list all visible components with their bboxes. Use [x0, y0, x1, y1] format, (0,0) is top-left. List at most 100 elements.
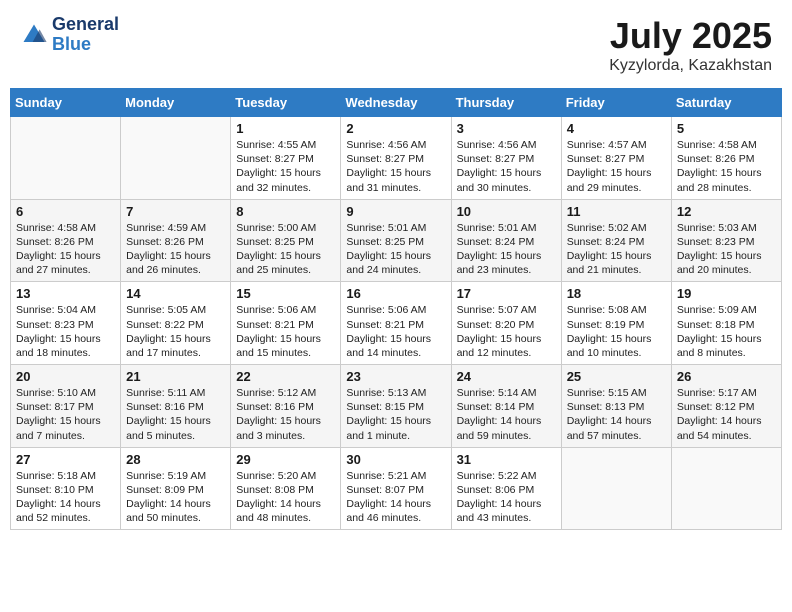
calendar-cell: 11 Sunrise: 5:02 AM Sunset: 8:24 PM Dayli…	[561, 199, 671, 282]
day-number: 6	[16, 204, 115, 219]
day-header-wednesday: Wednesday	[341, 89, 451, 117]
day-number: 30	[346, 452, 445, 467]
day-number: 3	[457, 121, 556, 136]
calendar-cell: 14 Sunrise: 5:05 AM Sunset: 8:22 PM Dayli…	[121, 282, 231, 365]
calendar-cell: 3 Sunrise: 4:56 AM Sunset: 8:27 PM Daylig…	[451, 117, 561, 200]
cell-content: Sunrise: 5:13 AM Sunset: 8:15 PM Dayligh…	[346, 386, 445, 443]
day-number: 20	[16, 369, 115, 384]
calendar-cell: 8 Sunrise: 5:00 AM Sunset: 8:25 PM Daylig…	[231, 199, 341, 282]
cell-content: Sunrise: 4:57 AM Sunset: 8:27 PM Dayligh…	[567, 138, 666, 195]
cell-content: Sunrise: 5:19 AM Sunset: 8:09 PM Dayligh…	[126, 469, 225, 526]
cell-content: Sunrise: 5:09 AM Sunset: 8:18 PM Dayligh…	[677, 303, 776, 360]
calendar-cell	[671, 447, 781, 530]
cell-content: Sunrise: 4:56 AM Sunset: 8:27 PM Dayligh…	[457, 138, 556, 195]
calendar-cell: 28 Sunrise: 5:19 AM Sunset: 8:09 PM Dayli…	[121, 447, 231, 530]
cell-content: Sunrise: 5:22 AM Sunset: 8:06 PM Dayligh…	[457, 469, 556, 526]
cell-content: Sunrise: 5:08 AM Sunset: 8:19 PM Dayligh…	[567, 303, 666, 360]
day-header-sunday: Sunday	[11, 89, 121, 117]
day-number: 12	[677, 204, 776, 219]
cell-content: Sunrise: 5:00 AM Sunset: 8:25 PM Dayligh…	[236, 221, 335, 278]
day-number: 17	[457, 286, 556, 301]
day-number: 24	[457, 369, 556, 384]
cell-content: Sunrise: 5:15 AM Sunset: 8:13 PM Dayligh…	[567, 386, 666, 443]
title-block: July 2025 Kyzylorda, Kazakhstan	[609, 15, 772, 75]
calendar-cell: 22 Sunrise: 5:12 AM Sunset: 8:16 PM Dayli…	[231, 365, 341, 448]
day-number: 1	[236, 121, 335, 136]
cell-content: Sunrise: 5:01 AM Sunset: 8:24 PM Dayligh…	[457, 221, 556, 278]
calendar-week-row: 27 Sunrise: 5:18 AM Sunset: 8:10 PM Dayli…	[11, 447, 782, 530]
cell-content: Sunrise: 5:04 AM Sunset: 8:23 PM Dayligh…	[16, 303, 115, 360]
cell-content: Sunrise: 4:56 AM Sunset: 8:27 PM Dayligh…	[346, 138, 445, 195]
cell-content: Sunrise: 5:21 AM Sunset: 8:07 PM Dayligh…	[346, 469, 445, 526]
calendar-cell: 27 Sunrise: 5:18 AM Sunset: 8:10 PM Dayli…	[11, 447, 121, 530]
cell-content: Sunrise: 5:11 AM Sunset: 8:16 PM Dayligh…	[126, 386, 225, 443]
day-number: 14	[126, 286, 225, 301]
day-number: 27	[16, 452, 115, 467]
cell-content: Sunrise: 5:17 AM Sunset: 8:12 PM Dayligh…	[677, 386, 776, 443]
calendar-cell: 10 Sunrise: 5:01 AM Sunset: 8:24 PM Dayli…	[451, 199, 561, 282]
day-number: 21	[126, 369, 225, 384]
calendar-cell: 24 Sunrise: 5:14 AM Sunset: 8:14 PM Dayli…	[451, 365, 561, 448]
cell-content: Sunrise: 5:03 AM Sunset: 8:23 PM Dayligh…	[677, 221, 776, 278]
day-number: 31	[457, 452, 556, 467]
cell-content: Sunrise: 5:18 AM Sunset: 8:10 PM Dayligh…	[16, 469, 115, 526]
calendar-week-row: 6 Sunrise: 4:58 AM Sunset: 8:26 PM Daylig…	[11, 199, 782, 282]
day-number: 11	[567, 204, 666, 219]
cell-content: Sunrise: 5:02 AM Sunset: 8:24 PM Dayligh…	[567, 221, 666, 278]
calendar-cell: 1 Sunrise: 4:55 AM Sunset: 8:27 PM Daylig…	[231, 117, 341, 200]
day-number: 2	[346, 121, 445, 136]
month-title: July 2025	[609, 15, 772, 57]
day-number: 7	[126, 204, 225, 219]
cell-content: Sunrise: 5:05 AM Sunset: 8:22 PM Dayligh…	[126, 303, 225, 360]
calendar-cell: 20 Sunrise: 5:10 AM Sunset: 8:17 PM Dayli…	[11, 365, 121, 448]
calendar-cell: 25 Sunrise: 5:15 AM Sunset: 8:13 PM Dayli…	[561, 365, 671, 448]
cell-content: Sunrise: 5:12 AM Sunset: 8:16 PM Dayligh…	[236, 386, 335, 443]
day-number: 22	[236, 369, 335, 384]
calendar-cell: 16 Sunrise: 5:06 AM Sunset: 8:21 PM Dayli…	[341, 282, 451, 365]
cell-content: Sunrise: 5:14 AM Sunset: 8:14 PM Dayligh…	[457, 386, 556, 443]
cell-content: Sunrise: 5:07 AM Sunset: 8:20 PM Dayligh…	[457, 303, 556, 360]
calendar-cell: 23Sunrise: 5:13 AM Sunset: 8:15 PM Dayli…	[341, 365, 451, 448]
location-title: Kyzylorda, Kazakhstan	[609, 57, 772, 75]
calendar-week-row: 20 Sunrise: 5:10 AM Sunset: 8:17 PM Dayli…	[11, 365, 782, 448]
day-number: 28	[126, 452, 225, 467]
day-number: 10	[457, 204, 556, 219]
day-header-thursday: Thursday	[451, 89, 561, 117]
calendar-cell: 26Sunrise: 5:17 AM Sunset: 8:12 PM Dayli…	[671, 365, 781, 448]
calendar-cell: 31 Sunrise: 5:22 AM Sunset: 8:06 PM Dayli…	[451, 447, 561, 530]
day-number: 13	[16, 286, 115, 301]
logo-icon	[20, 21, 48, 49]
day-number: 8	[236, 204, 335, 219]
calendar-cell: 15 Sunrise: 5:06 AM Sunset: 8:21 PM Dayli…	[231, 282, 341, 365]
calendar-cell: 17 Sunrise: 5:07 AM Sunset: 8:20 PM Dayli…	[451, 282, 561, 365]
day-header-saturday: Saturday	[671, 89, 781, 117]
day-number: 5	[677, 121, 776, 136]
day-number: 4	[567, 121, 666, 136]
cell-content: Sunrise: 5:06 AM Sunset: 8:21 PM Dayligh…	[346, 303, 445, 360]
calendar-week-row: 13 Sunrise: 5:04 AM Sunset: 8:23 PM Dayli…	[11, 282, 782, 365]
calendar-cell	[561, 447, 671, 530]
cell-content: Sunrise: 5:06 AM Sunset: 8:21 PM Dayligh…	[236, 303, 335, 360]
calendar-cell: 5 Sunrise: 4:58 AM Sunset: 8:26 PM Daylig…	[671, 117, 781, 200]
day-number: 29	[236, 452, 335, 467]
calendar-cell	[121, 117, 231, 200]
cell-content: Sunrise: 4:58 AM Sunset: 8:26 PM Dayligh…	[16, 221, 115, 278]
day-number: 18	[567, 286, 666, 301]
cell-content: Sunrise: 5:10 AM Sunset: 8:17 PM Dayligh…	[16, 386, 115, 443]
day-header-friday: Friday	[561, 89, 671, 117]
day-number: 25	[567, 369, 666, 384]
cell-content: Sunrise: 4:58 AM Sunset: 8:26 PM Dayligh…	[677, 138, 776, 195]
calendar-cell: 13 Sunrise: 5:04 AM Sunset: 8:23 PM Dayli…	[11, 282, 121, 365]
calendar-cell: 7 Sunrise: 4:59 AM Sunset: 8:26 PM Daylig…	[121, 199, 231, 282]
calendar-week-row: 1 Sunrise: 4:55 AM Sunset: 8:27 PM Daylig…	[11, 117, 782, 200]
calendar-cell: 9Sunrise: 5:01 AM Sunset: 8:25 PM Daylig…	[341, 199, 451, 282]
calendar-cell: 21 Sunrise: 5:11 AM Sunset: 8:16 PM Dayli…	[121, 365, 231, 448]
day-number: 9	[346, 204, 445, 219]
day-number: 15	[236, 286, 335, 301]
day-number: 16	[346, 286, 445, 301]
cell-content: Sunrise: 4:55 AM Sunset: 8:27 PM Dayligh…	[236, 138, 335, 195]
cell-content: Sunrise: 4:59 AM Sunset: 8:26 PM Dayligh…	[126, 221, 225, 278]
calendar-cell: 29Sunrise: 5:20 AM Sunset: 8:08 PM Dayli…	[231, 447, 341, 530]
day-header-tuesday: Tuesday	[231, 89, 341, 117]
logo: General Blue	[20, 15, 119, 55]
